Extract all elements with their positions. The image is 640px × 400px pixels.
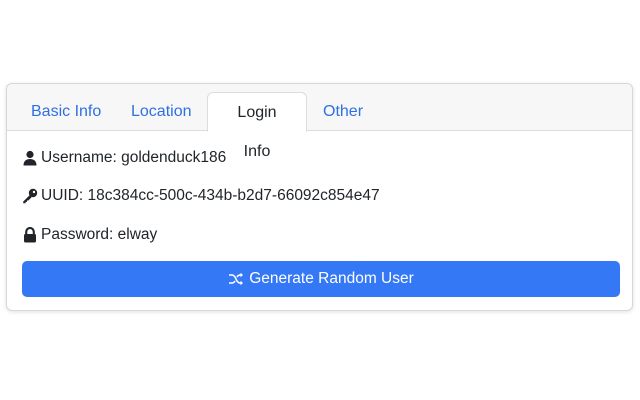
tab-login-info[interactable]: Login Info: [207, 92, 307, 160]
username-row: Username: goldenduck186: [22, 147, 226, 169]
password-row: Password: elway: [22, 224, 157, 246]
lock-icon: [24, 227, 36, 243]
uuid-row: UUID: 18c384cc-500c-434b-b2d7-66092c854e…: [22, 185, 380, 207]
username-text: Username: goldenduck186: [41, 149, 227, 166]
uuid-text: UUID: 18c384cc-500c-434b-b2d7-66092c854e…: [41, 187, 380, 204]
user-card: Basic Info Location Login Info Other Use…: [6, 83, 633, 311]
user-icon: [23, 150, 37, 166]
key-icon: [23, 188, 38, 204]
generate-button-label: Generate Random User: [249, 270, 414, 287]
generate-random-user-button[interactable]: Generate Random User: [22, 261, 620, 297]
tab-other[interactable]: Other: [309, 92, 377, 131]
tab-basic-info[interactable]: Basic Info: [17, 92, 115, 131]
tab-bar: Basic Info Location Login Info Other: [7, 84, 632, 160]
tab-location[interactable]: Location: [117, 92, 206, 131]
password-text: Password: elway: [41, 226, 158, 243]
shuffle-icon: [229, 272, 244, 286]
